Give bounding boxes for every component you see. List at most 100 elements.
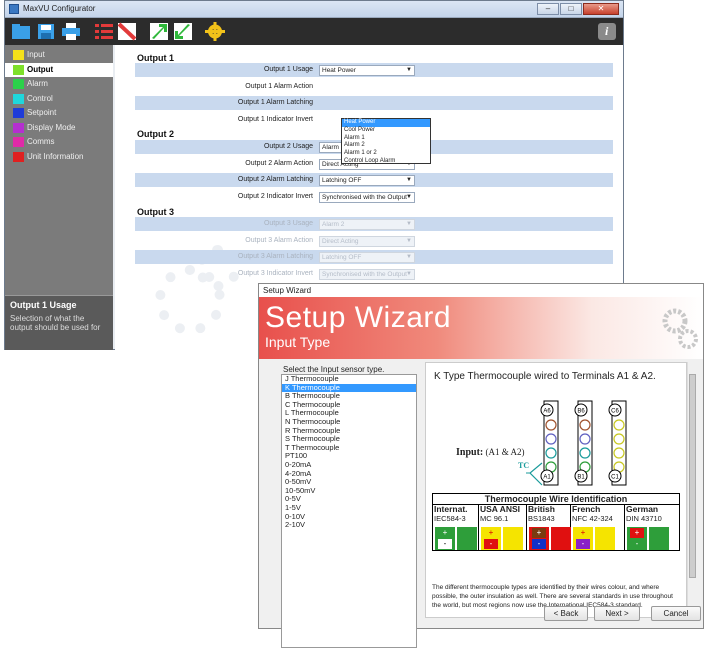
- color-swatch-icon: [13, 93, 24, 104]
- open-folder-icon[interactable]: [11, 22, 31, 41]
- minus-wire-swatch: -: [532, 539, 546, 549]
- clear-icon[interactable]: [117, 22, 137, 41]
- wire-standard-column: British BS1843 + -: [527, 505, 571, 550]
- output3-select-value: Alarm 2: [322, 221, 345, 228]
- output1-row: Output 1 Alarm Action: [135, 80, 613, 94]
- chevron-down-icon: ▼: [406, 221, 412, 227]
- color-swatch-icon: [13, 108, 24, 118]
- chevron-down-icon: ▼: [406, 270, 412, 277]
- output3-row-label: Output 3 Usage: [263, 220, 313, 227]
- plus-wire-swatch: +: [630, 528, 644, 538]
- color-swatch-icon: [13, 50, 24, 60]
- color-swatch-icon: [13, 151, 24, 162]
- sidebar-item-display-mode[interactable]: Display Mode: [5, 121, 113, 135]
- minimize-button[interactable]: –: [537, 3, 559, 15]
- sidebar-item-unit-information[interactable]: Unit Information: [5, 150, 113, 164]
- sensor-type-list[interactable]: J Thermocouple K Thermocouple B Thermocoup…: [281, 374, 417, 648]
- chevron-down-icon: ▼: [406, 237, 412, 244]
- sidebar-item-label: Unit Information: [27, 151, 84, 161]
- sidebar-help-title: Output 1 Usage: [10, 300, 77, 310]
- dropdown-option[interactable]: Alarm 2: [342, 142, 430, 150]
- dropdown-option[interactable]: Cool Power: [342, 127, 430, 135]
- sidebar-help-text: Selection of what the output should be u…: [10, 314, 101, 332]
- cancel-button[interactable]: Cancel: [651, 606, 701, 621]
- download-icon[interactable]: [173, 22, 193, 41]
- list-item[interactable]: 10-50mV: [282, 486, 416, 496]
- sidebar-item-alarm[interactable]: Alarm: [5, 77, 113, 91]
- wire-standard-name: British: [528, 504, 555, 514]
- output2-row: Output 2 Indicator Invert Synchronised wi…: [135, 190, 613, 204]
- gears-icon: [662, 308, 698, 349]
- wire-standard-column: German DIN 43710 + -: [625, 505, 677, 550]
- output2-row-label: Output 2 Usage: [263, 143, 313, 150]
- output3-select: Latching OFF ▼: [319, 252, 415, 263]
- next-button[interactable]: Next >: [594, 606, 640, 621]
- output1-row: Output 1 Usage Heat Power ▼: [135, 63, 613, 77]
- wire-standard-code: MC 96.1: [480, 514, 509, 523]
- plus-wire-swatch: +: [484, 528, 498, 538]
- input-label: Input:: [456, 447, 484, 458]
- output1-select-value: Heat Power: [322, 67, 356, 74]
- list-icon[interactable]: [94, 22, 114, 41]
- output3-title: Output 3: [137, 207, 174, 217]
- output3-select-value: Latching OFF: [322, 254, 362, 261]
- list-item[interactable]: 2-10V: [282, 520, 416, 530]
- wire-id-table: Thermocouple Wire Identification Interna…: [432, 493, 680, 551]
- outer-insulation-swatch: [595, 527, 615, 550]
- color-swatch-icon: [13, 64, 24, 75]
- list-item[interactable]: 0-5V: [282, 495, 416, 504]
- info-label: i: [605, 24, 609, 38]
- wire-standard-name: USA ANSI: [480, 504, 520, 514]
- terminal-a1-label: A1: [543, 475, 551, 481]
- tc-label: TC: [518, 461, 530, 470]
- wizard-banner: Setup Wizard Input Type: [259, 297, 703, 359]
- sidebar-item-comms[interactable]: Comms: [5, 135, 113, 149]
- print-icon[interactable]: [61, 22, 81, 41]
- wire-standard-column: USA ANSI MC 96.1 + -: [479, 505, 527, 550]
- output3-row: Output 3 Alarm Action Direct Acting ▼: [135, 234, 613, 248]
- maximize-button[interactable]: □: [560, 3, 582, 15]
- output2-select[interactable]: Latching OFF ▼: [319, 175, 415, 186]
- back-button[interactable]: < Back: [544, 606, 588, 621]
- dropdown-option[interactable]: Alarm 1 or 2: [342, 150, 430, 158]
- banner-subtitle: Input Type: [265, 334, 331, 350]
- terminal-a6: A6: [540, 403, 554, 417]
- terminal-c6: C6: [608, 403, 622, 417]
- dropdown-option[interactable]: Alarm 1: [342, 135, 430, 143]
- wire-standard-name: German: [626, 504, 659, 514]
- dropdown-option[interactable]: Heat Power: [342, 119, 430, 127]
- plus-wire-swatch: +: [438, 528, 452, 538]
- sidebar-item-input[interactable]: Input: [5, 48, 113, 62]
- info-scrollbar[interactable]: [687, 362, 697, 618]
- terminal-b1: B1: [574, 469, 588, 483]
- outer-insulation-swatch: + -: [627, 527, 647, 550]
- minus-wire-swatch: -: [438, 539, 452, 549]
- output2-select[interactable]: Synchronised with the Output ▼: [319, 191, 415, 203]
- sidebar-item-output[interactable]: Output: [5, 62, 113, 77]
- scrollbar-thumb[interactable]: [689, 374, 696, 578]
- app-icon: [9, 4, 19, 14]
- color-swatch-icon: [13, 79, 24, 89]
- info-panel: K Type Thermocouple wired to Terminals A…: [425, 362, 687, 618]
- output2-select-value: Latching OFF: [322, 177, 362, 184]
- chevron-down-icon: ▼: [406, 177, 412, 183]
- output1-select[interactable]: Heat Power ▼: [319, 65, 415, 76]
- sidebar-item-control[interactable]: Control: [5, 92, 113, 106]
- output3-select: Direct Acting ▼: [319, 235, 415, 247]
- sidebar-item-label: Input: [27, 50, 45, 59]
- minus-wire-swatch: -: [484, 539, 498, 549]
- sidebar-item-setpoint[interactable]: Setpoint: [5, 106, 113, 120]
- wire-standard-name: French: [572, 504, 601, 514]
- close-button[interactable]: ✕: [583, 3, 619, 15]
- upload-icon[interactable]: [149, 22, 169, 41]
- minus-wire-swatch: -: [630, 539, 644, 549]
- wiring-heading: K Type Thermocouple wired to Terminals A…: [434, 371, 656, 382]
- output2-row-label: Output 2 Indicator Invert: [237, 192, 313, 200]
- minus-wire-swatch: -: [576, 539, 590, 549]
- outer-insulation-swatch: [551, 527, 571, 550]
- plus-wire-swatch: +: [576, 528, 590, 538]
- settings-icon[interactable]: [205, 22, 225, 41]
- terminal-c6-label: C6: [611, 409, 619, 415]
- dropdown-option[interactable]: Control Loop Alarm: [342, 158, 430, 166]
- save-icon[interactable]: [36, 22, 56, 41]
